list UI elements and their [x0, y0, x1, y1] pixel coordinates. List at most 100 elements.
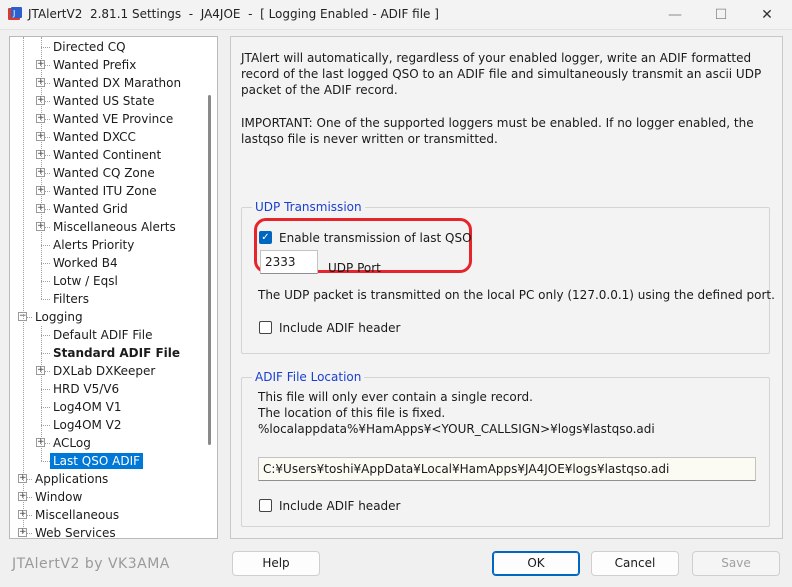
tree-item[interactable]: Filters — [10, 290, 205, 308]
tree-item-label[interactable]: Worked B4 — [50, 255, 121, 271]
tree-item[interactable]: + Miscellaneous — [10, 506, 205, 524]
tree-item-label[interactable]: Filters — [50, 291, 92, 307]
tree-item[interactable]: + Applications — [10, 470, 205, 488]
tree-item[interactable]: + Wanted US State — [10, 92, 205, 110]
tree-item[interactable]: + Window — [10, 488, 205, 506]
udp-transmission-group: UDP Transmission ✓ Enable transmission o… — [241, 199, 775, 354]
tree-item-label[interactable]: Wanted Continent — [50, 147, 164, 163]
tree-item[interactable]: + Miscellaneous Alerts — [10, 218, 205, 236]
tree-item-label[interactable]: Miscellaneous — [32, 507, 122, 523]
tree-connector — [41, 353, 50, 354]
tree-item[interactable]: + ACLog — [10, 434, 205, 452]
tree-connector — [41, 389, 50, 390]
window-title: JTAlertV2 2.81.1 Settings - JA4JOE - [ L… — [28, 7, 439, 21]
cancel-button[interactable]: Cancel — [591, 551, 679, 576]
title-bar: J JTAlertV2 2.81.1 Settings - JA4JOE - [… — [0, 0, 792, 30]
settings-tree[interactable]: Directed CQ + Wanted Prefix + Wanted DX Mara… — [9, 36, 218, 539]
tree-connector — [41, 299, 50, 300]
tree-item[interactable]: + Wanted Prefix — [10, 56, 205, 74]
tree-item-label[interactable]: Wanted US State — [50, 93, 158, 109]
tree-item-label[interactable]: Wanted DXCC — [50, 129, 139, 145]
adif-include-header-label[interactable]: Include ADIF header — [279, 498, 400, 514]
tree-item-label[interactable]: Log4OM V1 — [50, 399, 125, 415]
tree-item-label[interactable]: Window — [32, 489, 85, 505]
tree-item[interactable]: Log4OM V2 — [10, 416, 205, 434]
udp-include-header-label[interactable]: Include ADIF header — [279, 320, 400, 336]
tree-connector — [41, 47, 50, 48]
tree-item-label[interactable]: DXLab DXKeeper — [50, 363, 158, 379]
udp-include-header-checkbox[interactable] — [259, 321, 272, 334]
tree-item[interactable]: + Wanted Grid — [10, 200, 205, 218]
enable-transmission-checkbox[interactable]: ✓ — [259, 231, 272, 244]
tree-item[interactable]: Log4OM V1 — [10, 398, 205, 416]
maximize-button[interactable]: ☐ — [698, 0, 744, 30]
tree-item[interactable]: + Wanted DXCC — [10, 128, 205, 146]
tree-item[interactable]: + Wanted CQ Zone — [10, 164, 205, 182]
tree-item[interactable]: + Web Services — [10, 524, 205, 538]
tree-item[interactable]: − Logging — [10, 308, 205, 326]
udp-group-title: UDP Transmission — [252, 199, 365, 215]
settings-content-panel: JTAlert will automatically, regardless o… — [230, 36, 783, 539]
tree-connector — [41, 407, 50, 408]
tree-item-label[interactable]: Miscellaneous Alerts — [50, 219, 179, 235]
enable-transmission-label[interactable]: Enable transmission of last QSO — [279, 230, 472, 246]
tree-item[interactable]: + Wanted DX Marathon — [10, 74, 205, 92]
save-button[interactable]: Save — [692, 551, 780, 576]
tree-connector — [41, 335, 50, 336]
tree-item-label[interactable]: Wanted Prefix — [50, 57, 139, 73]
tree-item[interactable]: Last QSO ADIF — [10, 452, 205, 470]
udp-port-input[interactable]: 2333 — [260, 250, 318, 274]
tree-item-label[interactable]: Alerts Priority — [50, 237, 137, 253]
tree-item[interactable]: Default ADIF File — [10, 326, 205, 344]
ok-button[interactable]: OK — [492, 551, 580, 576]
tree-guide-line — [23, 37, 24, 533]
adif-line-3: %localappdata%¥HamApps¥<YOUR_CALLSIGN>¥l… — [258, 422, 655, 436]
tree-item-label[interactable]: Logging — [32, 309, 86, 325]
tree-connector — [41, 281, 50, 282]
help-button[interactable]: Help — [232, 551, 320, 576]
minimize-button[interactable]: — — [652, 0, 698, 30]
tree-item-label[interactable]: Directed CQ — [50, 39, 129, 55]
udp-description: The UDP packet is transmitted on the loc… — [258, 288, 775, 302]
tree-connector — [41, 263, 50, 264]
tree-item-label[interactable]: ACLog — [50, 435, 94, 451]
close-button[interactable]: ✕ — [744, 0, 790, 30]
tree-item-label[interactable]: Wanted CQ Zone — [50, 165, 158, 181]
tree-item[interactable]: + Wanted Continent — [10, 146, 205, 164]
tree-item-label[interactable]: Applications — [32, 471, 111, 487]
tree-item-label[interactable]: Default ADIF File — [50, 327, 155, 343]
tree-item-label[interactable]: Last QSO ADIF — [50, 453, 144, 469]
svg-text:J: J — [12, 9, 15, 18]
tree-guide-line — [41, 326, 42, 461]
tree-item[interactable]: + Wanted VE Province — [10, 110, 205, 128]
tree-item-label[interactable]: Wanted DX Marathon — [50, 75, 184, 91]
adif-include-header-checkbox[interactable] — [259, 499, 272, 512]
tree-guide-line — [41, 37, 42, 299]
udp-port-label: UDP Port — [328, 261, 381, 275]
tree-scrollbar[interactable] — [205, 37, 215, 538]
tree-item-label[interactable]: Standard ADIF File — [50, 345, 183, 361]
scrollbar-thumb[interactable] — [208, 95, 211, 445]
intro-text: JTAlert will automatically, regardless o… — [241, 51, 762, 97]
tree-item-label[interactable]: Web Services — [32, 525, 119, 538]
tree-item[interactable]: HRD V5/V6 — [10, 380, 205, 398]
tree-item[interactable]: + Wanted ITU Zone — [10, 182, 205, 200]
tree-item[interactable]: Directed CQ — [10, 38, 205, 56]
adif-path-field[interactable]: C:¥Users¥toshi¥AppData¥Local¥HamApps¥JA4… — [258, 457, 756, 481]
brand-text: JTAlertV2 by VK3AMA — [12, 556, 170, 572]
tree-item-label[interactable]: HRD V5/V6 — [50, 381, 122, 397]
tree-item[interactable]: Worked B4 — [10, 254, 205, 272]
tree-item[interactable]: Standard ADIF File — [10, 344, 205, 362]
tree-item-label[interactable]: Lotw / Eqsl — [50, 273, 121, 289]
tree-item-label[interactable]: Wanted ITU Zone — [50, 183, 160, 199]
adif-line-1: This file will only ever contain a singl… — [258, 390, 533, 404]
tree-item-label[interactable]: Wanted Grid — [50, 201, 131, 217]
tree-item[interactable]: Alerts Priority — [10, 236, 205, 254]
tree-item-label[interactable]: Log4OM V2 — [50, 417, 125, 433]
tree-item-label[interactable]: Wanted VE Province — [50, 111, 176, 127]
tree-connector — [41, 425, 50, 426]
tree-item[interactable]: Lotw / Eqsl — [10, 272, 205, 290]
tree-item[interactable]: + DXLab DXKeeper — [10, 362, 205, 380]
important-note: IMPORTANT: One of the supported loggers … — [241, 116, 754, 146]
app-icon: J — [8, 7, 22, 20]
